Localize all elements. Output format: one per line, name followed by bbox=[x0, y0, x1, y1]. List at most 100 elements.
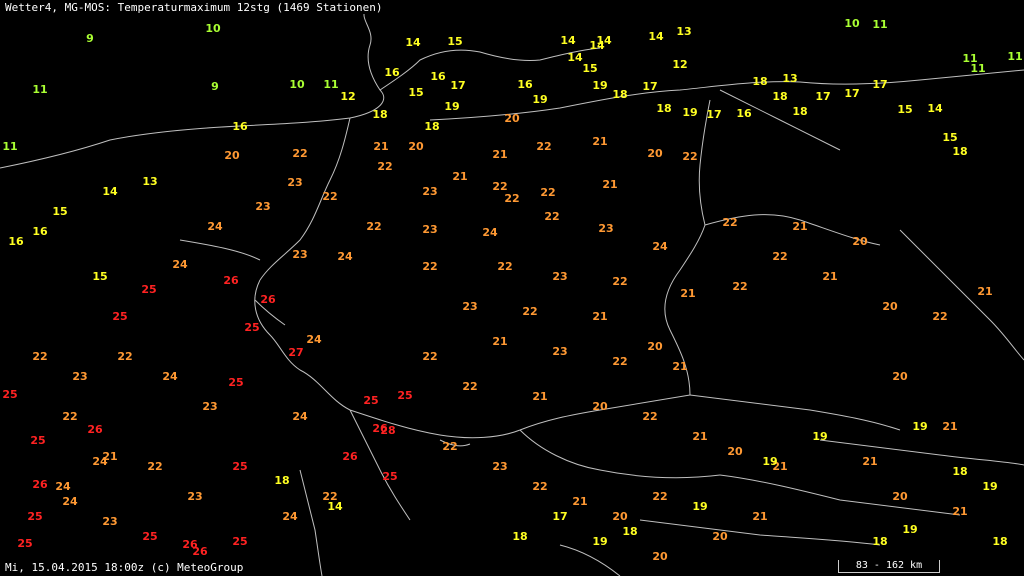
station-temperature: 22 bbox=[642, 410, 657, 423]
station-temperature: 20 bbox=[852, 235, 868, 248]
station-temperature: 22 bbox=[540, 186, 555, 199]
station-temperature: 21 bbox=[752, 510, 767, 523]
station-temperature: 22 bbox=[612, 355, 627, 368]
station-temperature: 24 bbox=[652, 240, 668, 253]
station-temperature: 11 bbox=[1007, 50, 1022, 63]
station-temperature: 20 bbox=[727, 445, 743, 458]
station-temperature: 18 bbox=[952, 145, 967, 158]
station-temperature: 23 bbox=[552, 345, 567, 358]
station-temperature: 24 bbox=[207, 220, 223, 233]
station-temperature: 23 bbox=[102, 515, 117, 528]
station-temperature: 22 bbox=[366, 220, 381, 233]
station-temperature: 23 bbox=[292, 248, 307, 261]
scale-bar: 83 - 162 km bbox=[838, 560, 940, 573]
station-temperature: 14 bbox=[927, 102, 943, 115]
station-temperature: 23 bbox=[598, 222, 613, 235]
station-temperature: 10 bbox=[289, 78, 305, 91]
station-temperature: 11 bbox=[323, 78, 338, 91]
station-temperature: 24 bbox=[337, 250, 353, 263]
station-temperature: 25 bbox=[2, 388, 17, 401]
station-temperature: 27 bbox=[288, 346, 303, 359]
station-temperature: 20 bbox=[892, 490, 908, 503]
station-temperature: 22 bbox=[682, 150, 697, 163]
station-temperature: 14 bbox=[102, 185, 118, 198]
station-temperature: 22 bbox=[497, 260, 512, 273]
station-temperature: 22 bbox=[652, 490, 667, 503]
station-temperature: 26 bbox=[223, 274, 239, 287]
station-temperature: 20 bbox=[504, 112, 520, 125]
station-temperature: 21 bbox=[532, 390, 547, 403]
station-temperature: 22 bbox=[536, 140, 551, 153]
station-temperature: 15 bbox=[52, 205, 67, 218]
station-temperature: 11 bbox=[970, 62, 985, 75]
station-temperature: 22 bbox=[322, 190, 337, 203]
station-temperature: 25 bbox=[112, 310, 127, 323]
station-temperature: 23 bbox=[255, 200, 270, 213]
station-temperature: 26 bbox=[260, 293, 276, 306]
station-temperature: 25 bbox=[232, 460, 247, 473]
station-temperature: 21 bbox=[792, 220, 807, 233]
station-temperature: 25 bbox=[17, 537, 32, 550]
station-temperature: 17 bbox=[552, 510, 567, 523]
station-temperature: 11 bbox=[2, 140, 17, 153]
station-temperature: 17 bbox=[642, 80, 657, 93]
station-temperature: 19 bbox=[592, 79, 607, 92]
station-temperature: 11 bbox=[32, 83, 47, 96]
station-temperature: 13 bbox=[782, 72, 797, 85]
station-temperature: 20 bbox=[647, 147, 663, 160]
station-temperature: 17 bbox=[815, 90, 830, 103]
station-temperature: 13 bbox=[142, 175, 157, 188]
station-temperature: 25 bbox=[232, 535, 247, 548]
station-temperature: 26 bbox=[32, 478, 48, 491]
station-temperature: 12 bbox=[672, 58, 687, 71]
station-temperature: 23 bbox=[72, 370, 87, 383]
station-temperature: 23 bbox=[202, 400, 217, 413]
station-temperature: 21 bbox=[373, 140, 388, 153]
station-temperature: 24 bbox=[162, 370, 178, 383]
station-temperature: 14 bbox=[589, 39, 605, 52]
station-temperature: 16 bbox=[384, 66, 400, 79]
station-temperature: 20 bbox=[592, 400, 608, 413]
station-temperature: 15 bbox=[447, 35, 462, 48]
station-temperature: 20 bbox=[712, 530, 728, 543]
station-temperature: 21 bbox=[692, 430, 707, 443]
station-temperature: 21 bbox=[942, 420, 957, 433]
station-temperature: 22 bbox=[612, 275, 627, 288]
station-temperature: 17 bbox=[706, 108, 721, 121]
station-temperature: 21 bbox=[452, 170, 467, 183]
station-temperature: 20 bbox=[408, 140, 424, 153]
station-temperature: 14 bbox=[327, 500, 343, 513]
station-temperature: 23 bbox=[492, 460, 507, 473]
station-temperature: 14 bbox=[560, 34, 576, 47]
station-temperature: 20 bbox=[647, 340, 663, 353]
station-temperature: 22 bbox=[377, 160, 392, 173]
station-temperature: 24 bbox=[482, 226, 498, 239]
station-temperature: 18 bbox=[872, 535, 887, 548]
station-temperature: 23 bbox=[422, 223, 437, 236]
station-temperature: 18 bbox=[772, 90, 787, 103]
station-temperature: 22 bbox=[932, 310, 947, 323]
station-temperature: 26 bbox=[87, 423, 103, 436]
station-temperature: 18 bbox=[992, 535, 1007, 548]
station-temperature: 18 bbox=[752, 75, 767, 88]
station-temperature: 11 bbox=[872, 18, 887, 31]
station-temperature: 22 bbox=[292, 147, 307, 160]
station-temperature: 22 bbox=[62, 410, 77, 423]
station-temperature: 25 bbox=[397, 389, 412, 402]
station-temperature: 23 bbox=[187, 490, 202, 503]
station-temperature: 22 bbox=[522, 305, 537, 318]
station-temperature: 18 bbox=[612, 88, 627, 101]
station-temperature: 21 bbox=[602, 178, 617, 191]
station-temperature: 24 bbox=[55, 480, 71, 493]
station-temperature: 15 bbox=[942, 131, 957, 144]
station-temperature: 21 bbox=[862, 455, 877, 468]
station-temperature: 25 bbox=[382, 470, 397, 483]
station-temperature: 9 bbox=[211, 80, 219, 93]
station-temperature: 14 bbox=[567, 51, 583, 64]
station-temperature: 21 bbox=[977, 285, 992, 298]
station-temperature: 22 bbox=[147, 460, 162, 473]
station-temperature: 18 bbox=[274, 474, 289, 487]
station-temperature: 22 bbox=[504, 192, 519, 205]
station-temperature: 16 bbox=[8, 235, 24, 248]
station-temperature: 20 bbox=[612, 510, 628, 523]
